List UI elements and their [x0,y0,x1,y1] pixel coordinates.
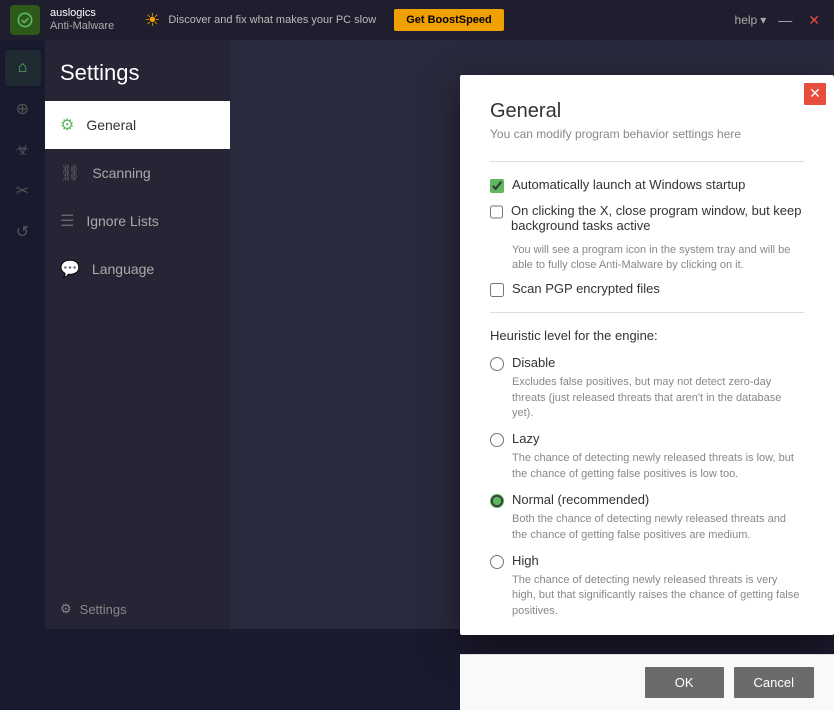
content-area: ✕ General You can modify program behavio… [230,40,834,629]
sidebar-icon-tools[interactable]: ✂ [5,173,41,209]
dialog-overlay: ✕ General You can modify program behavio… [460,80,834,629]
radio-normal[interactable] [490,494,504,508]
dialog-body: General You can modify program behavior … [460,75,834,655]
heuristic-title: Heuristic level for the engine: [490,328,804,343]
menu-label-general: General [86,117,136,133]
divider-mid [490,312,804,313]
sidebar-icon-shield[interactable]: ☣ [5,132,41,168]
cancel-button[interactable]: Cancel [734,667,814,698]
window-controls: help ▾ — ✕ [735,12,824,29]
sidebar-icon-history[interactable]: ↺ [5,214,41,250]
radio-high-label[interactable]: High [512,553,539,568]
settings-dialog: ✕ General You can modify program behavio… [460,75,834,635]
settings-footer-icon: ⚙ [60,601,72,617]
radio-lazy[interactable] [490,433,504,447]
settings-title: Settings [45,40,230,101]
settings-footer[interactable]: ⚙ Settings [45,589,230,629]
menu-label-ignore-lists: Ignore Lists [86,213,158,229]
radio-high[interactable] [490,555,504,569]
help-button[interactable]: help ▾ [735,13,767,27]
auto-launch-label[interactable]: Automatically launch at Windows startup [512,177,745,192]
radio-normal-label[interactable]: Normal (recommended) [512,492,649,507]
radio-normal-row: Normal (recommended) [490,492,804,508]
app-logo [10,5,40,35]
auto-launch-checkbox[interactable] [490,179,504,193]
divider-top [490,161,804,162]
radio-lazy-label[interactable]: Lazy [512,431,539,446]
close-to-tray-label[interactable]: On clicking the X, close program window,… [511,203,804,233]
radio-high-desc: The chance of detecting newly released t… [512,573,804,619]
menu-item-ignore-lists[interactable]: ☰ Ignore Lists [45,197,230,245]
radio-normal-desc: Both the chance of detecting newly relea… [512,512,804,543]
dialog-close-button[interactable]: ✕ [804,83,826,105]
checkbox-scan-pgp-row: Scan PGP encrypted files [490,281,804,297]
checkbox-auto-launch-row: Automatically launch at Windows startup [490,177,804,193]
menu-label-scanning: Scanning [92,165,150,181]
dialog-title: General [490,100,804,123]
menu-item-language[interactable]: 💬 Language [45,245,230,293]
radio-disable-desc: Excludes false positives, but may not de… [512,375,804,421]
main-layout: ⌂ ⊕ ☣ ✂ ↺ Settings ⚙ General ⛓ Scanning … [0,40,834,629]
radio-disable[interactable] [490,357,504,371]
dialog-footer: OK Cancel [460,654,834,710]
radio-high-row: High [490,553,804,569]
language-icon: 💬 [60,259,80,279]
radio-disable-label[interactable]: Disable [512,355,555,370]
dialog-subtitle: You can modify program behavior settings… [490,127,804,141]
top-bar: auslogics Anti-Malware ☀ Discover and fi… [0,0,834,40]
close-to-tray-desc: You will see a program icon in the syste… [512,243,804,274]
scan-pgp-label[interactable]: Scan PGP encrypted files [512,281,660,296]
radio-lazy-row: Lazy [490,431,804,447]
minimize-button[interactable]: — [774,12,796,28]
close-button[interactable]: ✕ [804,12,824,29]
scan-pgp-checkbox[interactable] [490,283,504,297]
scanning-icon: ⛓ [60,163,80,183]
app-name: auslogics Anti-Malware [50,7,114,33]
radio-disable-row: Disable [490,355,804,371]
get-boostspeed-button[interactable]: Get BoostSpeed [394,9,504,31]
close-to-tray-checkbox[interactable] [490,205,503,219]
sidebar-icons: ⌂ ⊕ ☣ ✂ ↺ [0,40,45,629]
sidebar-icon-home[interactable]: ⌂ [5,50,41,86]
menu-item-general[interactable]: ⚙ General [45,101,230,149]
menu-label-language: Language [92,261,154,277]
ignore-lists-icon: ☰ [60,211,74,231]
radio-lazy-desc: The chance of detecting newly released t… [512,451,804,482]
settings-footer-label: Settings [80,602,127,617]
promo-bar: ☀ Discover and fix what makes your PC sl… [144,9,724,31]
promo-icon: ☀ [144,10,160,31]
checkbox-close-tray-row: On clicking the X, close program window,… [490,203,804,233]
promo-text: Discover and fix what makes your PC slow [168,14,376,26]
settings-panel: Settings ⚙ General ⛓ Scanning ☰ Ignore L… [45,40,230,629]
menu-item-scanning[interactable]: ⛓ Scanning [45,149,230,197]
ok-button[interactable]: OK [645,667,724,698]
general-icon: ⚙ [60,115,74,135]
sidebar-icon-search[interactable]: ⊕ [5,91,41,127]
